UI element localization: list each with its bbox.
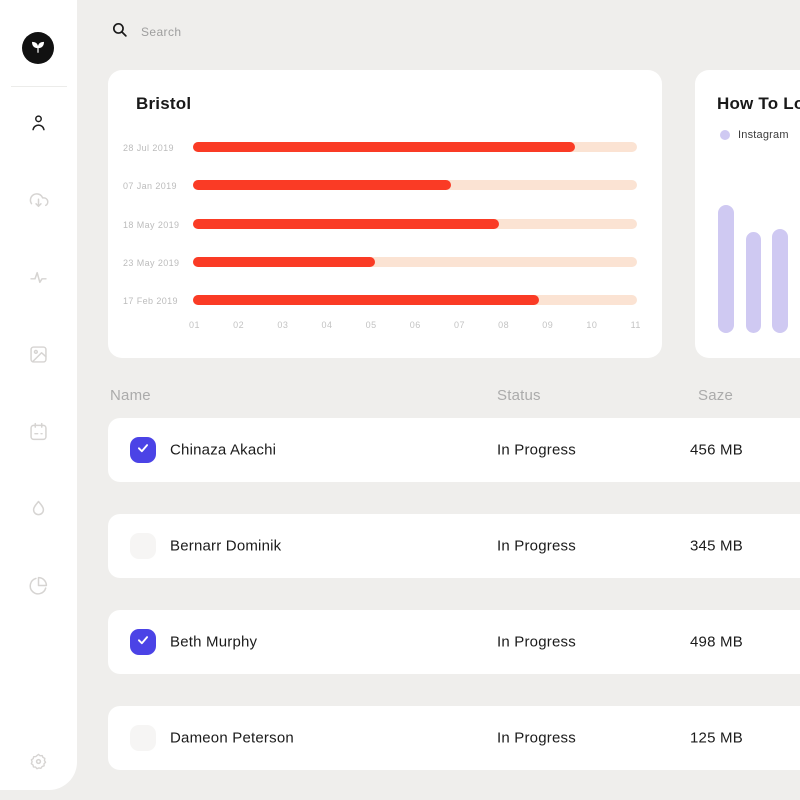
search-icon: [111, 21, 128, 43]
bar-row-date-label: 07 Jan 2019: [123, 181, 187, 191]
instagram-chart-card: How To Lo Instagram: [695, 70, 800, 358]
flame-icon: [28, 498, 49, 519]
bar-row: 23 May 2019: [108, 257, 662, 267]
table-row[interactable]: Beth Murphy In Progress 498 MB: [108, 610, 800, 674]
cell-name: Bernarr Dominik: [170, 538, 281, 555]
calendar-icon: [28, 421, 49, 442]
bar-row-date-label: 18 May 2019: [123, 220, 187, 230]
instagram-legend-label: Instagram: [738, 129, 789, 141]
cell-status: In Progress: [497, 730, 576, 747]
bar-track: [193, 180, 637, 190]
cell-status: In Progress: [497, 634, 576, 651]
sidebar-item-activity[interactable]: [28, 267, 49, 288]
bar-row: 17 Feb 2019: [108, 295, 662, 305]
row-checkbox[interactable]: [130, 533, 156, 559]
instagram-legend-dot: [720, 130, 730, 140]
cell-size: 498 MB: [690, 634, 743, 651]
instagram-chart-title: How To Lo: [717, 94, 800, 114]
sidebar-item-upload[interactable]: [28, 190, 49, 211]
cell-status: In Progress: [497, 442, 576, 459]
x-axis-tick: 06: [410, 320, 421, 330]
sidebar-item-profile[interactable]: [28, 113, 49, 134]
bar-track: [193, 219, 637, 229]
bristol-chart-title: Bristol: [136, 94, 191, 114]
bar-fill: [193, 142, 575, 152]
settings-button[interactable]: [28, 751, 49, 772]
bar-fill: [193, 180, 451, 190]
x-axis-tick: 07: [454, 320, 465, 330]
instagram-bar: [772, 229, 788, 333]
bristol-chart-x-axis: 01 02 03 04 05 06 07 08 09 10 11: [189, 320, 641, 330]
bar-row-date-label: 28 Jul 2019: [123, 143, 187, 153]
row-checkbox[interactable]: [130, 725, 156, 751]
cell-size: 456 MB: [690, 442, 743, 459]
x-axis-tick: 10: [586, 320, 597, 330]
x-axis-tick: 05: [366, 320, 377, 330]
bar-track: [193, 257, 637, 267]
cell-size: 125 MB: [690, 730, 743, 747]
search-bar[interactable]: Search: [111, 21, 181, 43]
row-checkbox[interactable]: [130, 629, 156, 655]
table-row[interactable]: Chinaza Akachi In Progress 456 MB: [108, 418, 800, 482]
gear-icon: [28, 751, 49, 772]
cell-name: Beth Murphy: [170, 634, 257, 651]
sidebar-divider: [11, 86, 67, 87]
x-axis-tick: 11: [631, 320, 641, 330]
cloud-download-icon: [28, 190, 49, 211]
table-row[interactable]: Dameon Peterson In Progress 125 MB: [108, 706, 800, 770]
bar-track: [193, 295, 637, 305]
bar-row: 07 Jan 2019: [108, 180, 662, 190]
x-axis-tick: 08: [498, 320, 509, 330]
checkmark-icon: [136, 633, 150, 652]
x-axis-tick: 02: [233, 320, 244, 330]
bar-row: 18 May 2019: [108, 219, 662, 229]
row-checkbox[interactable]: [130, 437, 156, 463]
checkmark-icon: [136, 441, 150, 460]
bar-fill: [193, 257, 375, 267]
table-row[interactable]: Bernarr Dominik In Progress 345 MB: [108, 514, 800, 578]
sidebar-item-stats[interactable]: [28, 575, 49, 596]
instagram-bar: [746, 232, 761, 333]
sidebar-item-calendar[interactable]: [28, 421, 49, 442]
activity-icon: [28, 267, 49, 288]
search-placeholder: Search: [141, 25, 181, 39]
instagram-bar: [718, 205, 734, 333]
column-header-status: Status: [497, 387, 541, 404]
bar-fill: [193, 219, 499, 229]
image-icon: [28, 344, 49, 365]
cell-name: Dameon Peterson: [170, 730, 294, 747]
bar-track: [193, 142, 637, 152]
bar-row: 28 Jul 2019: [108, 142, 662, 152]
pie-chart-icon: [28, 575, 49, 596]
sidebar-item-trending[interactable]: [28, 498, 49, 519]
app-logo[interactable]: [22, 32, 54, 64]
sprout-logo-icon: [29, 37, 47, 60]
x-axis-tick: 01: [189, 320, 200, 330]
bar-row-date-label: 17 Feb 2019: [123, 296, 187, 306]
cell-size: 345 MB: [690, 538, 743, 555]
bar-row-date-label: 23 May 2019: [123, 258, 187, 268]
column-header-name: Name: [110, 387, 151, 404]
x-axis-tick: 03: [277, 320, 288, 330]
legend: Instagram: [720, 129, 789, 141]
person-icon: [28, 113, 49, 134]
sidebar-item-gallery[interactable]: [28, 344, 49, 365]
cell-status: In Progress: [497, 538, 576, 555]
bristol-chart-card: Bristol 28 Jul 2019 07 Jan 2019 18 May 201…: [108, 70, 662, 358]
cell-name: Chinaza Akachi: [170, 442, 276, 459]
sidebar: [0, 0, 77, 790]
column-header-saze: Saze: [698, 387, 733, 404]
x-axis-tick: 09: [542, 320, 553, 330]
bar-fill: [193, 295, 539, 305]
x-axis-tick: 04: [321, 320, 332, 330]
